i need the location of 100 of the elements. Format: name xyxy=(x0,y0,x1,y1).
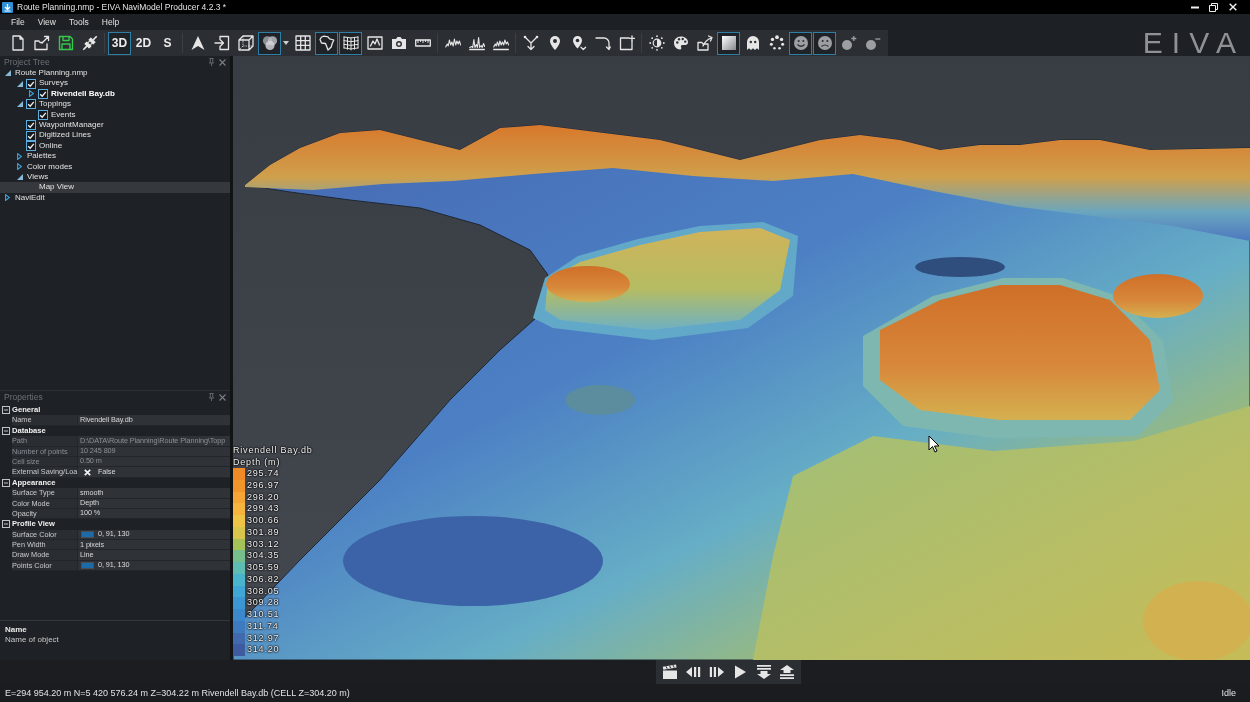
app-icon xyxy=(2,1,13,13)
legend-label: 296.97 xyxy=(247,479,280,492)
tree-item[interactable]: Online xyxy=(0,140,230,152)
menu-item[interactable]: File xyxy=(6,14,30,30)
continent-outline-icon xyxy=(318,35,335,51)
plug-icon xyxy=(81,35,98,51)
caret-right-icon[interactable] xyxy=(17,163,22,171)
tree-item[interactable]: Route Planning.nmp xyxy=(0,68,230,79)
circles-icon xyxy=(261,35,278,51)
tree-item[interactable]: Map View xyxy=(0,182,230,193)
view-mode-button[interactable]: S xyxy=(156,31,179,55)
legend-label: 299.43 xyxy=(247,503,280,515)
collapse-icon[interactable] xyxy=(2,478,10,487)
legend-label: 301.89 xyxy=(247,526,280,539)
north-arrow-icon xyxy=(189,35,206,51)
collapse-icon[interactable] xyxy=(2,406,10,415)
help-text: Name of object xyxy=(5,635,60,645)
step-back-icon xyxy=(685,664,702,680)
caret-icon xyxy=(283,41,289,45)
frown-icon xyxy=(816,35,833,51)
legend-label: 311.74 xyxy=(247,620,279,633)
checkbox[interactable] xyxy=(26,120,36,131)
caret-down-icon[interactable] xyxy=(16,80,23,87)
brightness-icon xyxy=(648,35,665,51)
gradient-square-button[interactable] xyxy=(717,31,740,55)
arrow-down-icon xyxy=(755,664,772,680)
caret-right-icon[interactable] xyxy=(17,152,22,160)
logo-wordmark: EIVA xyxy=(1142,30,1245,56)
legend-label: 300.66 xyxy=(247,515,280,527)
help-title: Name xyxy=(5,625,28,635)
legend-label: 306.82 xyxy=(247,573,280,586)
legend-label: 295.74 xyxy=(247,468,280,480)
view-mode-button[interactable]: 2D xyxy=(132,31,155,55)
legend-title: Rivendell Bay.db xyxy=(233,444,313,456)
circles-button[interactable] xyxy=(258,31,281,55)
clapperboard-icon xyxy=(661,664,678,680)
folder-arrow-icon xyxy=(696,35,713,51)
collapse-icon[interactable] xyxy=(2,520,10,529)
dots-circle-icon xyxy=(768,35,785,51)
menu-item[interactable]: Tools xyxy=(64,14,94,30)
minimize-icon xyxy=(1190,5,1199,9)
checkbox[interactable] xyxy=(26,99,36,110)
checkbox[interactable] xyxy=(38,88,48,99)
save-icon xyxy=(57,35,74,51)
menu-item[interactable]: Help xyxy=(96,14,125,30)
caret-right-icon[interactable] xyxy=(5,194,10,202)
palette-icon xyxy=(672,35,689,51)
pin-chevron-icon xyxy=(570,35,587,51)
caret-right-icon[interactable] xyxy=(29,90,34,98)
branch-arrow-icon xyxy=(522,35,539,51)
smiley-icon xyxy=(792,35,809,51)
import-icon xyxy=(213,35,230,51)
curved-arrow-icon xyxy=(594,35,611,51)
tree-item[interactable]: WaypointManager xyxy=(0,119,230,131)
status-text: E=294 954.20 m N=5 420 576.24 m Z=304.22 m Rivendell Bay.db (CELL Z=304.20 m) xyxy=(5,686,350,700)
tree-item[interactable]: Color modes xyxy=(0,161,230,172)
legend-label: 310.51 xyxy=(247,609,280,621)
frown-button[interactable] xyxy=(813,31,836,55)
panel-title: Properties xyxy=(4,390,43,404)
legend-label: 314.20 xyxy=(247,644,280,656)
menu-item[interactable]: View xyxy=(32,14,61,30)
legend-label: 312.97 xyxy=(247,632,280,645)
close-icon[interactable] xyxy=(219,393,226,401)
view-mode-button[interactable]: 3D xyxy=(108,31,131,55)
panel-title: Project Tree xyxy=(4,55,50,69)
dot-minus-icon xyxy=(864,35,881,51)
checkbox[interactable] xyxy=(26,78,36,89)
mesh-grid-button[interactable] xyxy=(339,31,362,55)
tree-item[interactable]: Digitized Lines xyxy=(0,130,230,141)
tree-item[interactable]: Events xyxy=(0,109,230,120)
pin-icon[interactable] xyxy=(209,58,214,66)
arrow-up-icon xyxy=(779,664,796,680)
caret-down-icon[interactable] xyxy=(16,101,23,108)
camera-icon xyxy=(390,35,407,51)
tree-item[interactable]: Palettes xyxy=(0,151,230,162)
continent-outline-button[interactable] xyxy=(315,31,338,55)
dot-plus-icon xyxy=(840,35,857,51)
checkbox[interactable] xyxy=(26,130,36,141)
window-title: Route Planning.nmp - EIVA NaviModel Producer 4.2.3 * xyxy=(17,1,227,14)
checkbox[interactable] xyxy=(26,140,36,151)
tree-item[interactable]: NaviEdit xyxy=(0,192,230,204)
legend-label: 303.12 xyxy=(247,538,280,551)
collapse-icon[interactable] xyxy=(2,426,10,435)
checkbox[interactable] xyxy=(38,109,48,120)
mesh-grid-icon xyxy=(342,35,359,51)
tree-item[interactable]: Toppings xyxy=(0,99,230,110)
tree-item[interactable]: Surveys xyxy=(0,78,230,89)
status-state: Idle xyxy=(1221,686,1236,700)
pin-icon[interactable] xyxy=(209,393,214,401)
waveform-icon xyxy=(444,35,461,51)
close-icon[interactable] xyxy=(219,58,226,66)
caret-down-icon[interactable] xyxy=(4,70,11,77)
gradient-square-icon xyxy=(720,35,737,51)
restore-icon xyxy=(1209,2,1218,12)
step-forward-icon xyxy=(708,664,725,680)
chart-frame-icon xyxy=(366,35,383,51)
legend-label: 298.20 xyxy=(247,491,280,504)
tree-item[interactable]: Rivendell Bay.db xyxy=(0,88,230,100)
smiley-button[interactable] xyxy=(789,31,812,55)
tree-item[interactable]: Views xyxy=(0,171,230,183)
